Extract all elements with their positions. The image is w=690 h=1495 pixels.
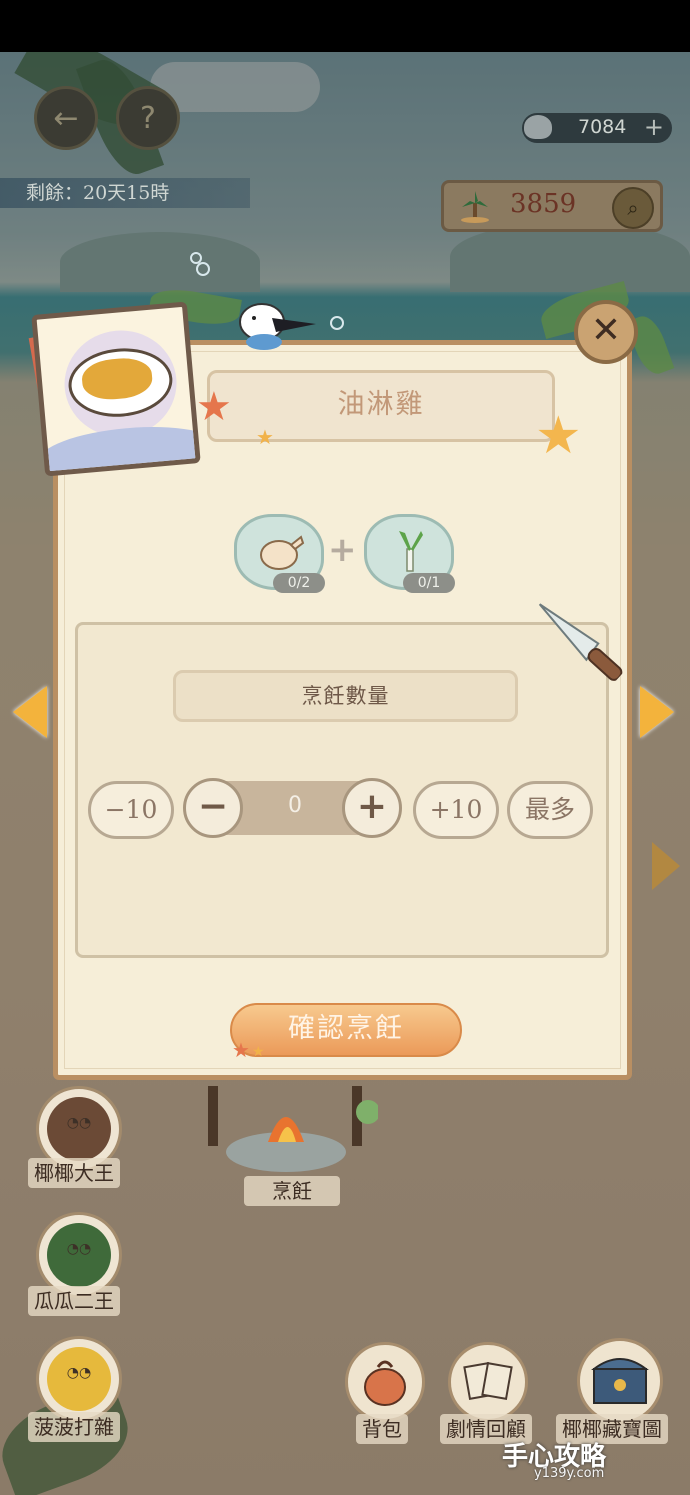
help-button[interactable]: ? <box>116 86 180 150</box>
watermark-url: y139y.com <box>534 1466 605 1481</box>
confirm-cooking-button[interactable]: 確認烹飪 <box>230 1003 462 1057</box>
campfire-cooking-station-icon[interactable] <box>208 1082 378 1174</box>
previous-dish-arrow[interactable] <box>13 686 47 738</box>
ingredient-scallion: 0/1 <box>364 514 455 593</box>
next-dish-arrow[interactable] <box>640 686 674 738</box>
starfish-icon: ★ <box>232 1038 250 1062</box>
plus-icon: + <box>356 786 388 827</box>
ingredient-count: 0/1 <box>403 573 455 593</box>
close-icon: ✕ <box>590 310 622 351</box>
dish-image-card <box>31 301 201 477</box>
starfish-icon: ★ <box>196 384 232 430</box>
minus-icon: − <box>197 786 229 827</box>
minus-10-button[interactable]: −10 <box>88 781 174 839</box>
plus-10-button[interactable]: +10 <box>413 781 499 839</box>
bubble <box>196 262 210 276</box>
close-button[interactable]: ✕ <box>574 300 638 364</box>
character-pineapple-helper[interactable]: ◔◔ <box>36 1336 122 1422</box>
shell-currency: 7084 + <box>522 113 672 143</box>
increment-button[interactable]: + <box>342 778 402 838</box>
scallion-icon <box>399 531 423 572</box>
face-eyes: ◔◔ <box>66 1241 92 1257</box>
scene-right-arrow[interactable] <box>652 842 680 890</box>
back-arrow-icon: ← <box>53 100 79 136</box>
starfish-icon: ★ <box>252 1044 265 1060</box>
menu-label: 背包 <box>356 1414 408 1444</box>
status-bar <box>0 0 690 52</box>
seagull-icon <box>239 303 316 350</box>
face-eyes: ◔◔ <box>66 1365 92 1381</box>
cooking-quantity-title: 烹飪數量 <box>173 670 518 722</box>
backpack-icon <box>364 1360 406 1406</box>
starfish-icon: ★ <box>535 406 582 466</box>
character-label: 菠菠打雜 <box>28 1412 120 1442</box>
coin-count: 3859 <box>510 189 577 219</box>
max-button[interactable]: 最多 <box>507 781 593 839</box>
face-eyes: ◔◔ <box>66 1115 92 1131</box>
starfish-icon: ★ <box>256 425 274 449</box>
treasure-map-button[interactable] <box>577 1338 663 1424</box>
backpack-button[interactable] <box>345 1342 425 1422</box>
coin-panel: 3859 ⌕ <box>441 180 663 232</box>
palm-island-icon <box>460 191 490 223</box>
back-button[interactable]: ← <box>34 86 98 150</box>
treasure-chest-icon <box>591 1358 649 1404</box>
story-review-button[interactable] <box>448 1342 528 1422</box>
plus-icon: + <box>328 530 357 570</box>
story-cards-icon <box>463 1362 513 1400</box>
ingredient-chicken: 0/2 <box>234 514 325 593</box>
bubble <box>330 316 344 330</box>
ingredient-count: 0/2 <box>273 573 325 593</box>
shell-icon <box>524 115 552 139</box>
character-label: 椰椰大王 <box>28 1158 120 1188</box>
help-icon: ? <box>140 100 156 136</box>
search-button[interactable]: ⌕ <box>612 187 654 229</box>
add-shells-button[interactable]: + <box>644 113 664 141</box>
decrement-button[interactable]: − <box>183 778 243 838</box>
cooking-station-label: 烹飪 <box>244 1176 340 1206</box>
shell-count: 7084 <box>578 116 627 138</box>
character-label: 瓜瓜二王 <box>28 1286 120 1316</box>
chicken-icon <box>260 535 305 570</box>
search-icon: ⌕ <box>627 196 639 220</box>
remaining-time: 剩餘：20天15時 <box>0 178 250 208</box>
